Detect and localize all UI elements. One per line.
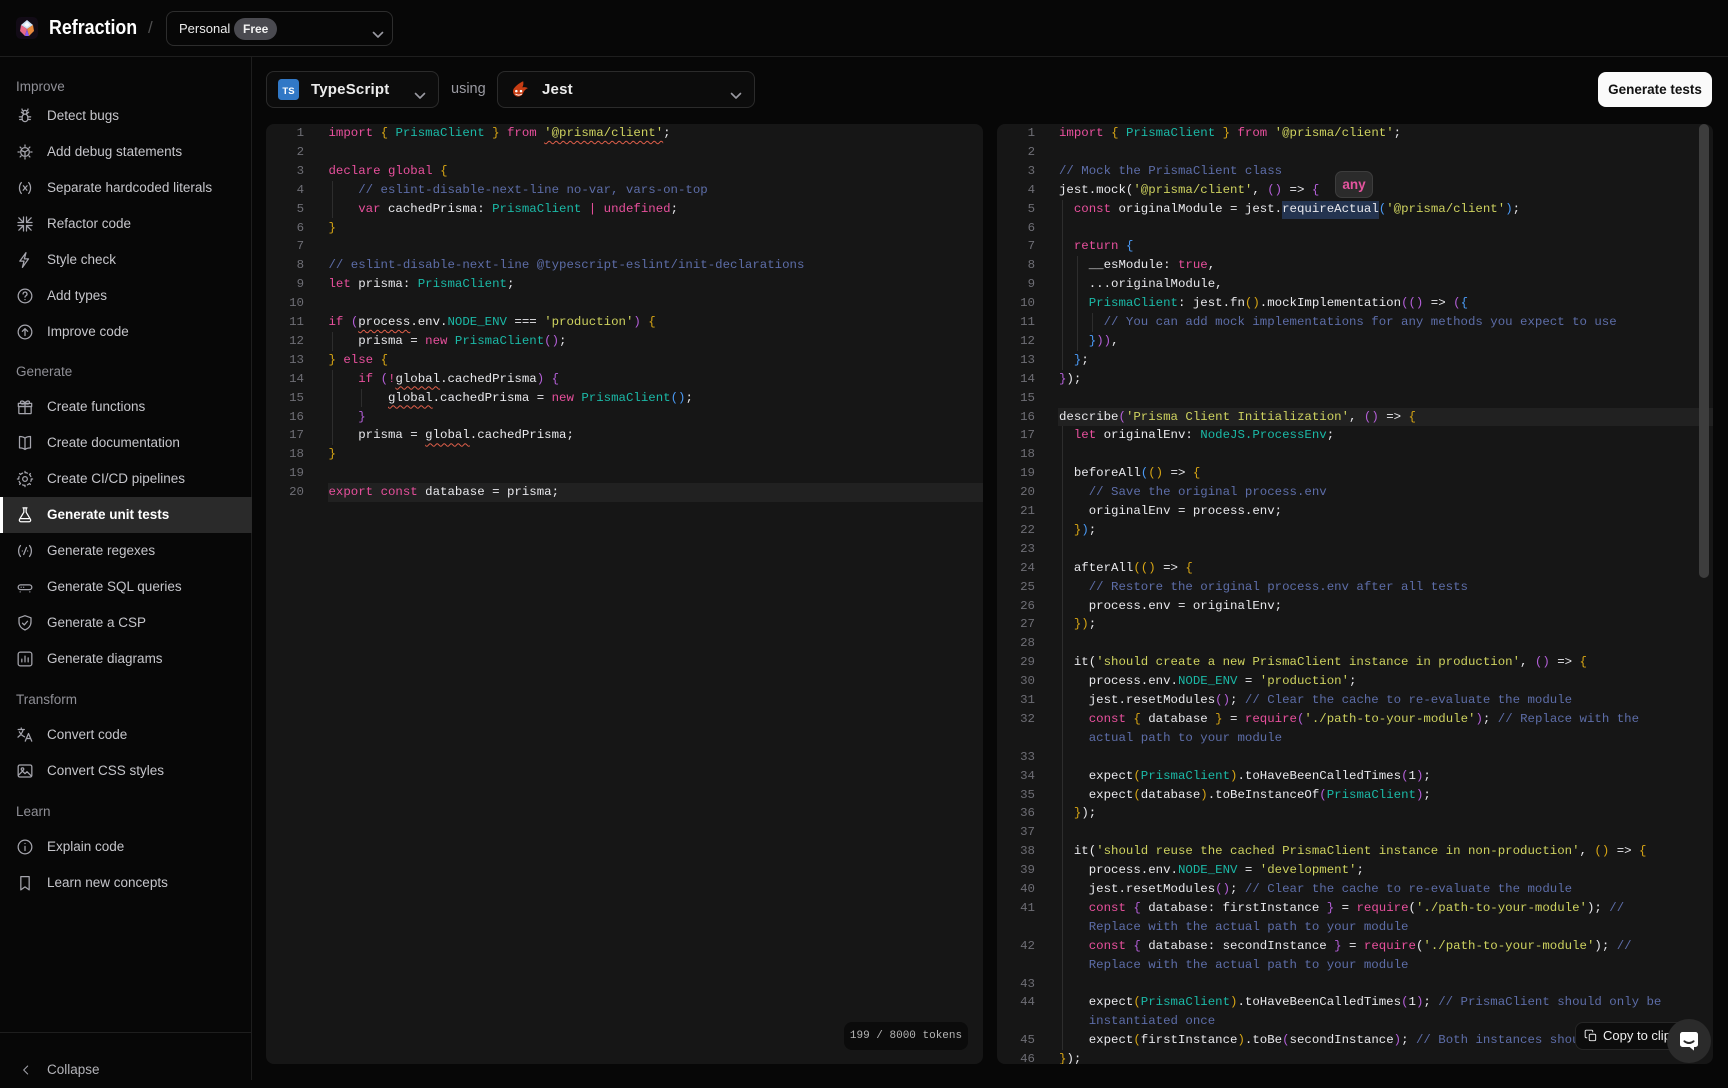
svg-text:TS: TS — [282, 86, 294, 97]
